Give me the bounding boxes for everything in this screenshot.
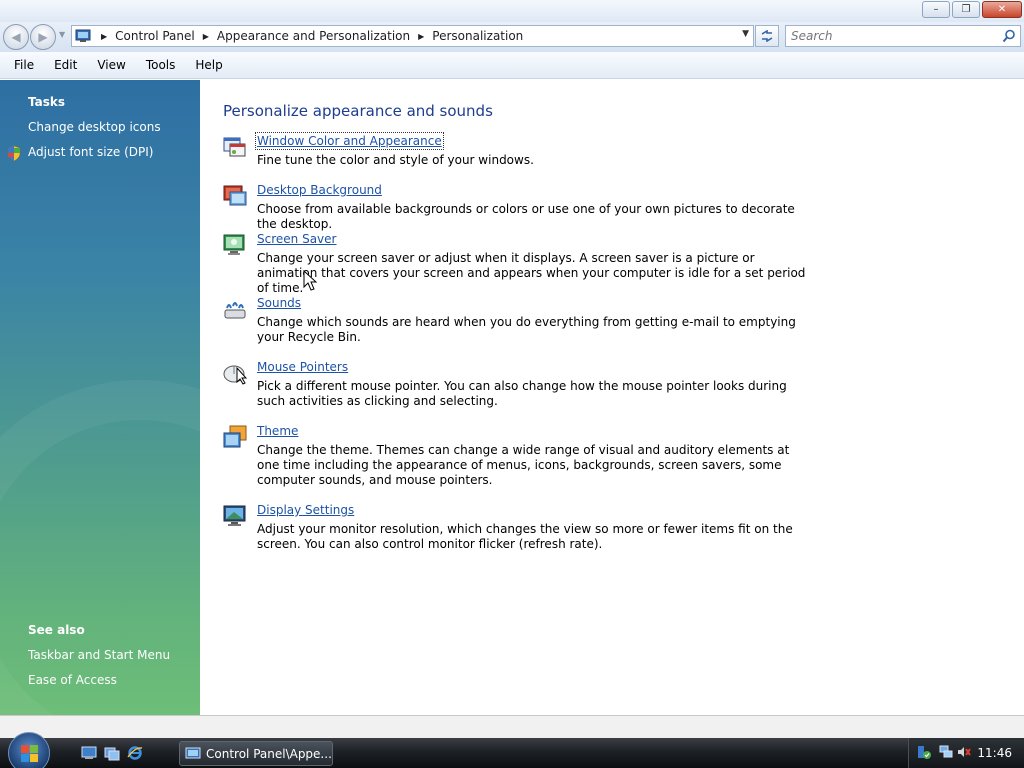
window-color-desc: Fine tune the color and style of your wi… (257, 153, 534, 167)
screen-saver-icon[interactable] (222, 232, 248, 258)
mouse-pointers-desc: Pick a different mouse pointer. You can … (257, 379, 787, 408)
mouse-icon[interactable] (222, 360, 248, 386)
restore-button[interactable]: ❐ (952, 1, 980, 18)
breadcrumb-appearance-personalization[interactable]: Appearance and Personalization (217, 29, 410, 43)
taskbar-start-menu-link[interactable]: Taskbar and Start Menu (28, 648, 170, 662)
control-panel-icon (185, 747, 201, 758)
breadcrumb-separator[interactable]: ▶ (101, 32, 107, 41)
menu-tools[interactable]: Tools (143, 56, 179, 74)
switch-windows-icon[interactable] (104, 745, 120, 761)
sounds-icon[interactable] (222, 296, 248, 322)
navigation-bar: ◀ ▶ ▼ ▶ Control Panel ▶ Appearance and P… (0, 22, 1024, 52)
mouse-pointers-link[interactable]: Mouse Pointers (257, 360, 348, 374)
breadcrumb-separator[interactable]: ▶ (418, 32, 424, 41)
title-bar: – ❐ ✕ (0, 0, 1024, 22)
display-settings-desc: Adjust your monitor resolution, which ch… (257, 522, 793, 551)
system-tray: 11:46 (908, 738, 1024, 768)
control-panel-icon (75, 29, 91, 42)
mouse-cursor-icon (303, 270, 317, 291)
screen-saver-link[interactable]: Screen Saver (257, 232, 336, 246)
screen-saver-desc: Change your screen saver or adjust when … (257, 251, 806, 295)
display-settings-link[interactable]: Display Settings (257, 503, 354, 517)
security-center-icon[interactable] (917, 745, 931, 759)
sounds-desc: Change which sounds are heard when you d… (257, 315, 796, 344)
theme-desc: Change the theme. Themes can change a wi… (257, 443, 790, 487)
recent-pages-dropdown[interactable]: ▼ (59, 30, 65, 39)
menu-help[interactable]: Help (192, 56, 225, 74)
address-dropdown-icon[interactable]: ▼ (742, 29, 749, 39)
sounds-link[interactable]: Sounds (257, 296, 301, 310)
desktop-background-desc: Choose from available backgrounds or col… (257, 202, 795, 231)
theme-link[interactable]: Theme (257, 424, 298, 438)
search-input[interactable] (786, 29, 986, 43)
display-icon[interactable] (222, 503, 248, 529)
minimize-button[interactable]: – (922, 1, 950, 18)
window-controls: – ❐ ✕ (920, 1, 1022, 18)
forward-button[interactable]: ▶ (30, 24, 56, 50)
see-also-heading: See also (28, 623, 85, 637)
breadcrumb-separator[interactable]: ▶ (203, 32, 209, 41)
show-desktop-icon[interactable] (81, 745, 97, 761)
start-button[interactable] (8, 732, 50, 768)
windows-logo-icon (21, 745, 38, 762)
change-desktop-icons-link[interactable]: Change desktop icons (28, 120, 161, 134)
back-button[interactable]: ◀ (3, 24, 29, 50)
search-box[interactable] (785, 25, 1021, 47)
taskbar-window-label: Control Panel\Appe... (206, 746, 332, 761)
network-icon[interactable] (939, 745, 953, 759)
close-button[interactable]: ✕ (982, 1, 1022, 18)
address-bar[interactable]: ▶ Control Panel ▶ Appearance and Persona… (71, 25, 754, 47)
menu-bar: File Edit View Tools Help (0, 52, 1024, 79)
desktop-background-link[interactable]: Desktop Background (257, 183, 382, 197)
clock[interactable]: 11:46 (977, 746, 1012, 760)
menu-view[interactable]: View (94, 56, 128, 74)
desktop-background-icon[interactable] (222, 183, 248, 209)
window-color-link[interactable]: Window Color and Appearance (255, 132, 444, 150)
volume-muted-icon[interactable] (957, 745, 971, 759)
refresh-icon (761, 30, 773, 42)
window-color-icon[interactable] (222, 134, 248, 160)
shield-icon (7, 146, 21, 161)
task-pane: Tasks Change desktop icons Adjust font s… (0, 80, 340, 768)
internet-explorer-icon[interactable] (127, 745, 143, 761)
adjust-font-size-link[interactable]: Adjust font size (DPI) (28, 145, 153, 159)
taskbar-window-button[interactable]: Control Panel\Appe... (179, 741, 333, 766)
status-bar (0, 715, 1024, 738)
refresh-button[interactable] (755, 25, 779, 47)
theme-icon[interactable] (222, 424, 248, 450)
search-icon[interactable] (1002, 29, 1016, 43)
menu-file[interactable]: File (11, 56, 37, 74)
tasks-heading: Tasks (28, 95, 66, 109)
taskbar: Control Panel\Appe... 11:46 (0, 732, 1024, 768)
page-title: Personalize appearance and sounds (223, 102, 493, 120)
main-content: Personalize appearance and sounds Window… (200, 80, 1024, 715)
breadcrumb-personalization[interactable]: Personalization (432, 29, 523, 43)
breadcrumb-control-panel[interactable]: Control Panel (115, 29, 195, 43)
ease-of-access-link[interactable]: Ease of Access (28, 673, 117, 687)
menu-edit[interactable]: Edit (51, 56, 80, 74)
